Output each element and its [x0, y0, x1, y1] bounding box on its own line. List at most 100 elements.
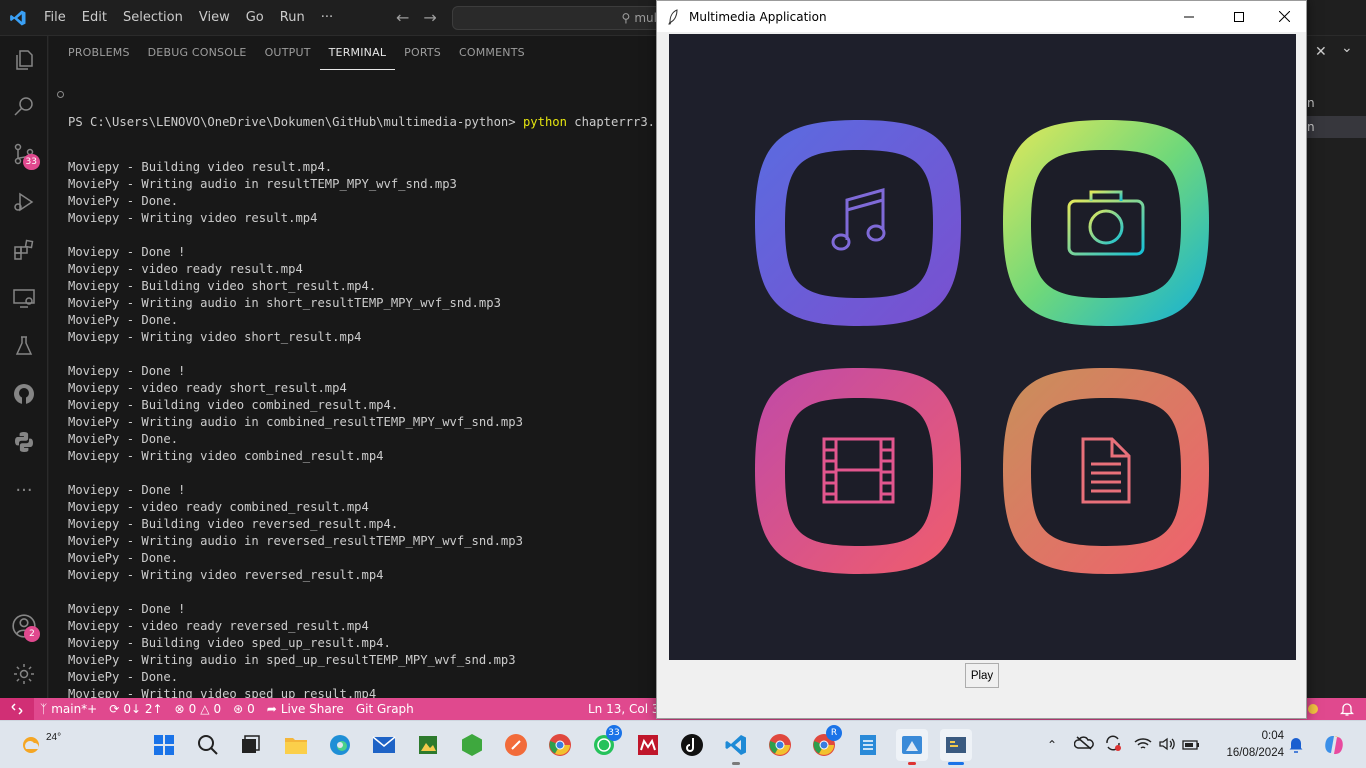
command-center-search[interactable]: ⚲ multi — [452, 6, 672, 30]
warning-icon: △ — [200, 702, 210, 716]
terminal-line: MoviePy - Writing audio in sped_up_resul… — [68, 653, 516, 667]
start-windows-icon[interactable] — [148, 729, 180, 761]
live-share-button[interactable]: ➦ Live Share — [261, 702, 350, 716]
close-window-button[interactable] — [1261, 1, 1307, 32]
notifications-bell-icon[interactable] — [1339, 701, 1355, 720]
settings-gear-icon[interactable] — [0, 654, 48, 694]
whatsapp-icon[interactable]: 33 — [588, 725, 622, 761]
more-views-icon[interactable]: ··· — [0, 470, 48, 510]
tab-problems[interactable]: PROBLEMS — [59, 36, 139, 70]
panel-tabs: PROBLEMS DEBUG CONSOLE OUTPUT TERMINAL P… — [49, 36, 657, 70]
camera-tile[interactable] — [1003, 120, 1209, 326]
git-branch[interactable]: ᛉ main*+ — [34, 702, 103, 716]
source-control-badge: 33 — [22, 154, 40, 170]
tk-app-taskbar-icon[interactable] — [896, 729, 928, 765]
python-running-indicator — [948, 762, 964, 765]
onedrive-sync-icon[interactable] — [1073, 735, 1094, 755]
battery-icon[interactable] — [1182, 736, 1200, 755]
ports-icon: ⊛ — [233, 702, 244, 716]
file-explorer-icon[interactable] — [280, 729, 312, 761]
git-graph-button[interactable]: Git Graph — [350, 702, 420, 716]
run-debug-icon[interactable] — [0, 182, 48, 222]
menu-edit[interactable]: Edit — [74, 0, 115, 36]
copilot-icon[interactable] — [1318, 729, 1350, 761]
extensions-icon[interactable] — [0, 230, 48, 270]
live-share-label: Live Share — [280, 702, 344, 716]
wifi-icon[interactable] — [1134, 736, 1152, 755]
terminal-command-decoration-icon[interactable] — [57, 91, 64, 98]
terminal-line: Moviepy - Building video reversed_result… — [68, 517, 399, 531]
github-icon[interactable] — [0, 374, 48, 414]
edge-browser-icon[interactable] — [324, 729, 356, 761]
menu-selection[interactable]: Selection — [115, 0, 191, 36]
back-arrow-icon[interactable]: ← — [396, 8, 409, 27]
menu-more[interactable]: ··· — [313, 0, 341, 36]
python-icon[interactable] — [0, 422, 48, 462]
document-tile[interactable] — [1003, 368, 1209, 574]
right-list-item-1[interactable]: n — [1307, 92, 1366, 114]
testing-icon[interactable] — [0, 326, 48, 366]
notepad-icon[interactable] — [852, 729, 884, 761]
terminal-line: Moviepy - Done ! — [68, 245, 186, 259]
vscode-taskbar-icon[interactable] — [720, 729, 752, 765]
menu-bar: File Edit Selection View Go Run ··· — [36, 0, 341, 36]
taskbar-search-icon[interactable] — [192, 729, 224, 761]
search-icon: ⚲ — [621, 11, 631, 25]
terminal-output[interactable]: PS C:\Users\LENOVO\OneDrive\Dokumen\GitH… — [68, 86, 670, 768]
minimize-button[interactable] — [1166, 1, 1212, 32]
nav-arrows: ← → — [396, 8, 437, 27]
python-taskbar-icon[interactable] — [940, 729, 972, 765]
terminal-line: Moviepy - Writing video result.mp4 — [68, 211, 318, 225]
mail-icon[interactable] — [368, 729, 400, 761]
source-control-icon[interactable]: 33 — [0, 134, 48, 174]
search-view-icon[interactable] — [0, 86, 48, 126]
tab-terminal[interactable]: TERMINAL — [319, 36, 396, 70]
tiktok-icon[interactable] — [676, 729, 708, 761]
mendeley-icon[interactable] — [632, 729, 664, 761]
git-sync[interactable]: ⟳ 0↓ 2↑ — [103, 702, 168, 716]
tab-comments[interactable]: COMMENTS — [450, 36, 534, 70]
chrome-second-profile-icon[interactable]: R — [808, 725, 842, 761]
film-tile[interactable] — [755, 368, 961, 574]
tab-debug-console[interactable]: DEBUG CONSOLE — [139, 36, 256, 70]
terminal-line: MoviePy - Done. — [68, 194, 179, 208]
forward-arrow-icon[interactable]: → — [423, 8, 436, 27]
menu-file[interactable]: File — [36, 0, 74, 36]
tray-chevron-up-icon[interactable]: ⌃ — [1042, 738, 1062, 752]
task-view-icon[interactable] — [234, 729, 266, 761]
copilot-status-icon[interactable] — [1306, 702, 1320, 719]
terminal-lines: Moviepy - Building video result.mp4. Movi… — [68, 159, 658, 754]
close-panel-icon[interactable]: ✕ — [1315, 44, 1327, 60]
menu-go[interactable]: Go — [238, 0, 272, 36]
sync-icon: ⟳ — [109, 702, 120, 716]
chrome-profile-icon[interactable] — [544, 729, 576, 761]
system-clock[interactable]: 0:04 16/08/2024 — [1216, 728, 1284, 762]
menu-run[interactable]: Run — [272, 0, 313, 36]
notification-bell-icon[interactable] — [1284, 729, 1308, 761]
photo-app-icon[interactable] — [412, 729, 444, 761]
music-tile[interactable] — [755, 120, 961, 326]
sync-status-icon[interactable] — [1104, 734, 1122, 756]
explorer-icon[interactable] — [0, 40, 48, 80]
postman-icon[interactable] — [500, 729, 532, 761]
right-list-item-2[interactable]: n — [1307, 116, 1366, 138]
play-button[interactable]: Play — [965, 663, 999, 688]
maximize-button[interactable] — [1216, 1, 1262, 32]
volume-icon[interactable] — [1158, 736, 1176, 755]
tab-ports[interactable]: PORTS — [395, 36, 450, 70]
remote-indicator-icon[interactable] — [0, 698, 34, 720]
remote-explorer-icon[interactable] — [0, 278, 48, 318]
menu-view[interactable]: View — [191, 0, 238, 36]
tab-output[interactable]: OUTPUT — [256, 36, 320, 70]
chevron-down-icon[interactable]: ⌄ — [1341, 40, 1353, 56]
command-arg-text: chapterrr3.py — [566, 115, 670, 129]
accounts-icon[interactable]: 2 — [0, 606, 48, 646]
ports-indicator[interactable]: ⊛ 0 — [227, 702, 261, 716]
window-titlebar[interactable]: Multimedia Application — [657, 1, 1306, 32]
terminal-line: Moviepy - video ready reversed_result.mp… — [68, 619, 369, 633]
chrome-icon[interactable] — [764, 729, 796, 761]
terminal-line: MoviePy - Writing audio in reversed_resu… — [68, 534, 523, 548]
weather-widget[interactable]: 24° — [18, 731, 61, 757]
problems-indicator[interactable]: ⊗ 0 △ 0 — [169, 702, 228, 716]
nodejs-icon[interactable] — [456, 729, 488, 761]
